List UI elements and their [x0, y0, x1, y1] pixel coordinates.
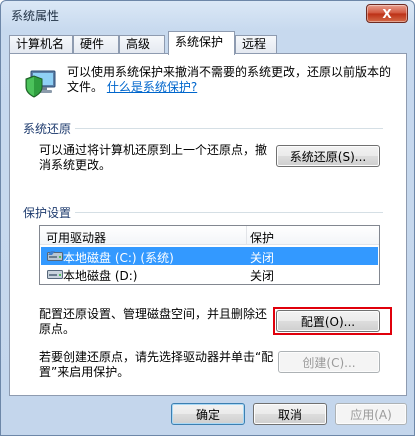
hard-drive-icon: [47, 251, 63, 261]
tab-system-protection[interactable]: 系统保护: [168, 31, 235, 55]
configure-button[interactable]: 配置(O)...: [276, 310, 380, 332]
drive-protection-status: 关闭: [250, 269, 275, 283]
drive-list: 可用驱动器 保护 本地磁盘 (C:) (系统) 关闭 本地磁盘 (D:) 关闭: [39, 225, 380, 285]
drive-name: 本地磁盘 (D:): [63, 269, 138, 283]
drive-list-header: 可用驱动器 保护: [40, 226, 379, 245]
ok-button[interactable]: 确定: [171, 403, 245, 425]
drive-protection-status: 关闭: [250, 251, 275, 265]
drive-name: 本地磁盘 (C:) (系统): [63, 251, 174, 265]
tab-hardware[interactable]: 硬件: [73, 35, 119, 54]
create-button[interactable]: 创建(C)...: [278, 351, 380, 373]
hard-drive-icon: [47, 270, 63, 279]
column-protection[interactable]: 保护: [250, 229, 274, 246]
tab-computer-name[interactable]: 计算机名: [9, 35, 73, 54]
protection-settings-heading: 保护设置: [23, 204, 76, 221]
column-separator: [246, 226, 247, 245]
group-divider: [23, 128, 383, 129]
system-restore-heading: 系统还原: [23, 120, 76, 137]
drive-row-c[interactable]: 本地磁盘 (C:) (系统) 关闭: [41, 247, 378, 265]
title-bar: 系统属性 X: [1, 1, 414, 27]
group-divider: [23, 212, 383, 213]
configure-desc: 配置还原设置、管理磁盘空间，并且删除还原点。: [39, 307, 268, 336]
system-restore-button[interactable]: 系统还原(S)...: [276, 145, 380, 167]
close-icon: X: [382, 6, 392, 21]
tab-advanced[interactable]: 高级: [119, 35, 165, 54]
drive-row-d[interactable]: 本地磁盘 (D:) 关闭: [41, 265, 378, 283]
what-is-system-protection-link[interactable]: 什么是系统保护?: [107, 80, 197, 94]
shield-computer-icon: [25, 70, 56, 98]
intro-text: 可以使用系统保护来撤消不需要的系统更改，还原以前版本的文件。 什么是系统保护?: [67, 65, 392, 94]
system-properties-window: 系统属性 X 计算机名 硬件 高级 系统保护 远程 可以使用系统保护来撤消不需要…: [0, 0, 415, 436]
apply-button[interactable]: 应用(A): [335, 403, 407, 425]
close-button[interactable]: X: [366, 4, 408, 23]
system-restore-desc: 可以通过将计算机还原到上一个还原点，撤消系统更改。: [39, 143, 268, 172]
tab-remote[interactable]: 远程: [235, 35, 277, 54]
create-desc: 若要创建还原点，请先选择驱动器并单击“配置”来启用保护。: [39, 350, 274, 379]
window-title: 系统属性: [11, 9, 60, 23]
cancel-button[interactable]: 取消: [253, 403, 327, 425]
column-available-drives[interactable]: 可用驱动器: [46, 229, 106, 246]
tab-strip: 计算机名 硬件 高级 系统保护 远程: [9, 31, 407, 55]
